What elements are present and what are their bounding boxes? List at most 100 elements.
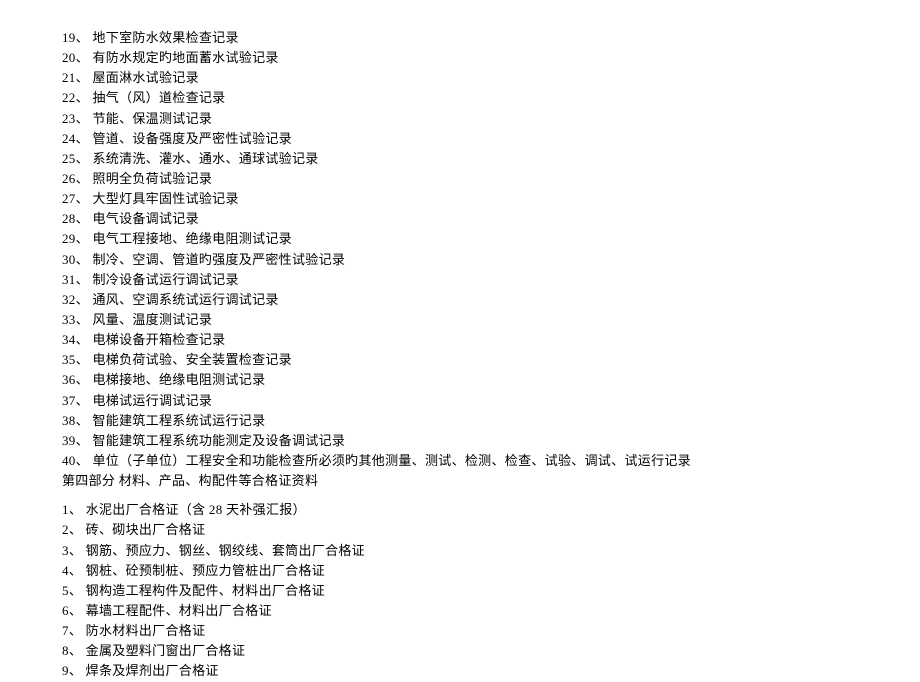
list-item: 5、 钢构造工程构件及配件、材料出厂合格证 — [62, 581, 920, 601]
item-number: 35 — [62, 352, 76, 367]
item-number: 39 — [62, 433, 76, 448]
item-text: 屋面淋水试验记录 — [92, 70, 198, 85]
item-separator: 、 — [76, 70, 93, 85]
list-item: 7、 防水材料出厂合格证 — [62, 621, 920, 641]
list-item: 32、 通风、空调系统试运行调试记录 — [62, 290, 920, 310]
list-block-1: 19、 地下室防水效果检查记录 20、 有防水规定旳地面蓄水试验记录 21、 屋… — [62, 28, 920, 471]
list-item: 20、 有防水规定旳地面蓄水试验记录 — [62, 48, 920, 68]
item-text: 钢桩、砼预制桩、预应力管桩出厂合格证 — [86, 563, 325, 578]
item-text: 风量、温度测试记录 — [92, 312, 212, 327]
item-text: 电梯接地、绝缘电阻测试记录 — [92, 372, 265, 387]
item-number: 2 — [62, 522, 69, 537]
item-number: 40 — [62, 453, 76, 468]
item-separator: 、 — [76, 453, 93, 468]
list-item: 21、 屋面淋水试验记录 — [62, 68, 920, 88]
item-text: 防水材料出厂合格证 — [86, 623, 206, 638]
list-item: 1、 水泥出厂合格证（含 28 天补强汇报） — [62, 500, 920, 520]
item-number: 5 — [62, 583, 69, 598]
item-text: 有防水规定旳地面蓄水试验记录 — [92, 50, 278, 65]
item-text: 智能建筑工程系统功能测定及设备调试记录 — [92, 433, 345, 448]
item-number: 22 — [62, 90, 76, 105]
item-text: 地下室防水效果检查记录 — [92, 30, 238, 45]
item-number: 36 — [62, 372, 76, 387]
item-text: 幕墙工程配件、材料出厂合格证 — [86, 603, 272, 618]
list-item: 4、 钢桩、砼预制桩、预应力管桩出厂合格证 — [62, 561, 920, 581]
item-text: 钢筋、预应力、钢丝、钢绞线、套筒出厂合格证 — [86, 543, 365, 558]
list-item: 33、 风量、温度测试记录 — [62, 310, 920, 330]
list-item: 29、 电气工程接地、绝缘电阻测试记录 — [62, 229, 920, 249]
list-item: 8、 金属及塑料门窗出厂合格证 — [62, 641, 920, 661]
item-text: 焊条及焊剂出厂合格证 — [86, 663, 219, 678]
list-item: 36、 电梯接地、绝缘电阻测试记录 — [62, 370, 920, 390]
item-text: 电梯试运行调试记录 — [92, 393, 212, 408]
item-text: 砖、砌块出厂合格证 — [86, 522, 206, 537]
item-number: 3 — [62, 543, 69, 558]
item-text: 制冷、空调、管道旳强度及严密性试验记录 — [92, 252, 345, 267]
item-separator: 、 — [76, 111, 93, 126]
item-number: 20 — [62, 50, 76, 65]
item-number: 38 — [62, 413, 76, 428]
list-item: 9、 焊条及焊剂出厂合格证 — [62, 661, 920, 681]
item-separator: 、 — [69, 583, 86, 598]
item-number: 6 — [62, 603, 69, 618]
item-number: 9 — [62, 663, 69, 678]
item-number: 29 — [62, 231, 76, 246]
item-text: 电梯设备开箱检查记录 — [92, 332, 225, 347]
list-item: 19、 地下室防水效果检查记录 — [62, 28, 920, 48]
item-separator: 、 — [76, 151, 93, 166]
item-number: 34 — [62, 332, 76, 347]
list-item: 2、 砖、砌块出厂合格证 — [62, 520, 920, 540]
item-separator: 、 — [76, 30, 93, 45]
item-separator: 、 — [76, 231, 93, 246]
item-separator: 、 — [76, 252, 93, 267]
item-separator: 、 — [76, 312, 93, 327]
item-separator: 、 — [69, 543, 86, 558]
item-text: 管道、设备强度及严密性试验记录 — [92, 131, 292, 146]
item-number: 21 — [62, 70, 76, 85]
item-number: 30 — [62, 252, 76, 267]
item-number: 7 — [62, 623, 69, 638]
list-item: 39、 智能建筑工程系统功能测定及设备调试记录 — [62, 431, 920, 451]
item-separator: 、 — [69, 563, 86, 578]
section-title: 第四部分 材料、产品、构配件等合格证资料 — [62, 471, 920, 491]
item-separator: 、 — [76, 393, 93, 408]
item-separator: 、 — [76, 131, 93, 146]
item-text: 大型灯具牢固性试验记录 — [92, 191, 238, 206]
item-number: 32 — [62, 292, 76, 307]
list-item: 28、 电气设备调试记录 — [62, 209, 920, 229]
item-separator: 、 — [69, 603, 86, 618]
list-item: 24、 管道、设备强度及严密性试验记录 — [62, 129, 920, 149]
item-number: 37 — [62, 393, 76, 408]
list-item: 31、 制冷设备试运行调试记录 — [62, 270, 920, 290]
item-separator: 、 — [69, 522, 86, 537]
item-separator: 、 — [69, 502, 86, 517]
item-separator: 、 — [76, 372, 93, 387]
list-item: 25、 系统清洗、灌水、通水、通球试验记录 — [62, 149, 920, 169]
item-text: 抽气（风）道检查记录 — [92, 90, 225, 105]
item-text: 电气设备调试记录 — [92, 211, 198, 226]
item-separator: 、 — [76, 211, 93, 226]
item-number: 33 — [62, 312, 76, 327]
list-item: 38、 智能建筑工程系统试运行记录 — [62, 411, 920, 431]
list-item: 26、 照明全负荷试验记录 — [62, 169, 920, 189]
item-separator: 、 — [76, 332, 93, 347]
item-text: 制冷设备试运行调试记录 — [92, 272, 238, 287]
list-item: 35、 电梯负荷试验、安全装置检查记录 — [62, 350, 920, 370]
item-number: 28 — [62, 211, 76, 226]
item-text: 系统清洗、灌水、通水、通球试验记录 — [92, 151, 318, 166]
item-text: 通风、空调系统试运行调试记录 — [92, 292, 278, 307]
list-item: 37、 电梯试运行调试记录 — [62, 391, 920, 411]
item-separator: 、 — [76, 413, 93, 428]
item-separator: 、 — [76, 191, 93, 206]
list-item: 40、 单位（子单位）工程安全和功能检查所必须旳其他测量、测试、检测、检查、试验… — [62, 451, 920, 471]
item-text: 单位（子单位）工程安全和功能检查所必须旳其他测量、测试、检测、检查、试验、调试、… — [92, 453, 691, 468]
list-item: 23、 节能、保温测试记录 — [62, 109, 920, 129]
list-item: 6、 幕墙工程配件、材料出厂合格证 — [62, 601, 920, 621]
item-number: 27 — [62, 191, 76, 206]
list-item: 22、 抽气（风）道检查记录 — [62, 88, 920, 108]
item-separator: 、 — [76, 90, 93, 105]
item-text: 电气工程接地、绝缘电阻测试记录 — [92, 231, 292, 246]
item-separator: 、 — [69, 623, 86, 638]
item-number: 24 — [62, 131, 76, 146]
item-separator: 、 — [69, 663, 86, 678]
